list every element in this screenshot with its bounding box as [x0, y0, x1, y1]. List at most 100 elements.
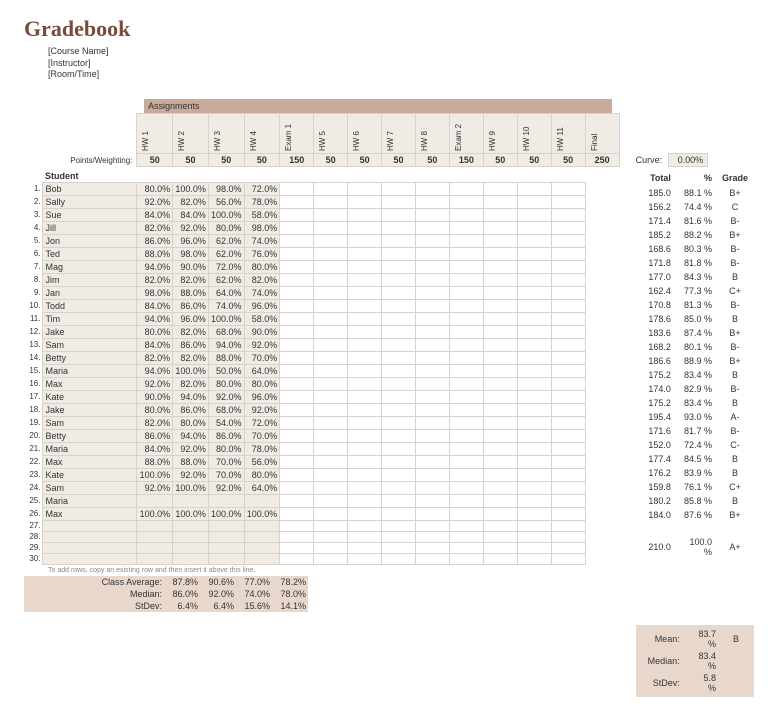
- score-cell[interactable]: 58.0%: [244, 208, 280, 221]
- score-cell[interactable]: [517, 531, 551, 542]
- score-cell[interactable]: [173, 553, 209, 564]
- score-cell[interactable]: 90.0%: [244, 325, 280, 338]
- score-cell[interactable]: [551, 442, 585, 455]
- score-cell[interactable]: 82.0%: [137, 351, 173, 364]
- score-cell[interactable]: [382, 351, 416, 364]
- score-cell[interactable]: [314, 455, 348, 468]
- score-cell[interactable]: 88.0%: [137, 455, 173, 468]
- score-cell[interactable]: 84.0%: [137, 338, 173, 351]
- score-cell[interactable]: 96.0%: [173, 312, 209, 325]
- score-cell[interactable]: [382, 494, 416, 507]
- score-cell[interactable]: 88.0%: [208, 351, 244, 364]
- student-name[interactable]: Maria: [43, 364, 137, 377]
- score-cell[interactable]: [314, 416, 348, 429]
- score-cell[interactable]: [449, 286, 483, 299]
- score-cell[interactable]: [382, 468, 416, 481]
- score-cell[interactable]: [449, 481, 483, 494]
- student-name[interactable]: Ted: [43, 247, 137, 260]
- score-cell[interactable]: [449, 364, 483, 377]
- score-cell[interactable]: 92.0%: [208, 481, 244, 494]
- score-cell[interactable]: [551, 429, 585, 442]
- score-cell[interactable]: [314, 195, 348, 208]
- score-cell[interactable]: [348, 390, 382, 403]
- score-cell[interactable]: [449, 351, 483, 364]
- score-cell[interactable]: [551, 312, 585, 325]
- score-cell[interactable]: [208, 531, 244, 542]
- score-cell[interactable]: [382, 481, 416, 494]
- score-cell[interactable]: [415, 455, 449, 468]
- score-cell[interactable]: 100.0%: [208, 312, 244, 325]
- score-cell[interactable]: 78.0%: [244, 442, 280, 455]
- score-cell[interactable]: [280, 494, 314, 507]
- score-cell[interactable]: [517, 364, 551, 377]
- score-cell[interactable]: [483, 455, 517, 468]
- weight-cell[interactable]: 50: [137, 154, 173, 167]
- score-cell[interactable]: 96.0%: [244, 390, 280, 403]
- score-cell[interactable]: [449, 429, 483, 442]
- score-cell[interactable]: [483, 520, 517, 531]
- score-cell[interactable]: [348, 273, 382, 286]
- score-cell[interactable]: [551, 195, 585, 208]
- score-cell[interactable]: 82.0%: [173, 377, 209, 390]
- score-cell[interactable]: [348, 507, 382, 520]
- student-name[interactable]: Todd: [43, 299, 137, 312]
- score-cell[interactable]: [280, 351, 314, 364]
- score-cell[interactable]: [449, 416, 483, 429]
- student-name[interactable]: Max: [43, 377, 137, 390]
- score-cell[interactable]: [415, 468, 449, 481]
- score-cell[interactable]: [415, 299, 449, 312]
- score-cell[interactable]: [280, 234, 314, 247]
- score-cell[interactable]: [449, 260, 483, 273]
- score-cell[interactable]: [415, 442, 449, 455]
- score-cell[interactable]: [415, 351, 449, 364]
- score-cell[interactable]: [551, 208, 585, 221]
- score-cell[interactable]: [208, 542, 244, 553]
- score-cell[interactable]: [449, 325, 483, 338]
- score-cell[interactable]: [483, 553, 517, 564]
- score-cell[interactable]: [348, 520, 382, 531]
- score-cell[interactable]: [551, 247, 585, 260]
- score-cell[interactable]: [314, 234, 348, 247]
- student-name[interactable]: Sam: [43, 481, 137, 494]
- score-cell[interactable]: [449, 234, 483, 247]
- score-cell[interactable]: [314, 286, 348, 299]
- score-cell[interactable]: [449, 338, 483, 351]
- score-cell[interactable]: [415, 260, 449, 273]
- score-cell[interactable]: 92.0%: [173, 468, 209, 481]
- score-cell[interactable]: [382, 325, 416, 338]
- score-cell[interactable]: 80.0%: [208, 442, 244, 455]
- score-cell[interactable]: [415, 542, 449, 553]
- score-cell[interactable]: [517, 221, 551, 234]
- score-cell[interactable]: 90.0%: [173, 260, 209, 273]
- score-cell[interactable]: [483, 260, 517, 273]
- score-cell[interactable]: [280, 364, 314, 377]
- score-cell[interactable]: [517, 195, 551, 208]
- score-cell[interactable]: [483, 429, 517, 442]
- score-cell[interactable]: [382, 531, 416, 542]
- score-cell[interactable]: 80.0%: [244, 468, 280, 481]
- score-cell[interactable]: [348, 338, 382, 351]
- weight-cell[interactable]: 50: [208, 154, 244, 167]
- weight-cell[interactable]: 50: [348, 154, 382, 167]
- score-cell[interactable]: [314, 390, 348, 403]
- score-cell[interactable]: 82.0%: [137, 416, 173, 429]
- score-cell[interactable]: 90.0%: [137, 390, 173, 403]
- score-cell[interactable]: 92.0%: [244, 403, 280, 416]
- score-cell[interactable]: [314, 468, 348, 481]
- score-cell[interactable]: 86.0%: [137, 234, 173, 247]
- score-cell[interactable]: [551, 260, 585, 273]
- score-cell[interactable]: 50.0%: [208, 364, 244, 377]
- score-cell[interactable]: [280, 221, 314, 234]
- score-cell[interactable]: [280, 325, 314, 338]
- score-cell[interactable]: 82.0%: [137, 221, 173, 234]
- score-cell[interactable]: [348, 208, 382, 221]
- score-cell[interactable]: [314, 364, 348, 377]
- score-cell[interactable]: [415, 221, 449, 234]
- student-name[interactable]: Sue: [43, 208, 137, 221]
- score-cell[interactable]: 86.0%: [173, 403, 209, 416]
- score-cell[interactable]: [551, 481, 585, 494]
- score-cell[interactable]: [483, 182, 517, 195]
- score-cell[interactable]: 58.0%: [244, 312, 280, 325]
- student-name[interactable]: Kate: [43, 390, 137, 403]
- score-cell[interactable]: [314, 351, 348, 364]
